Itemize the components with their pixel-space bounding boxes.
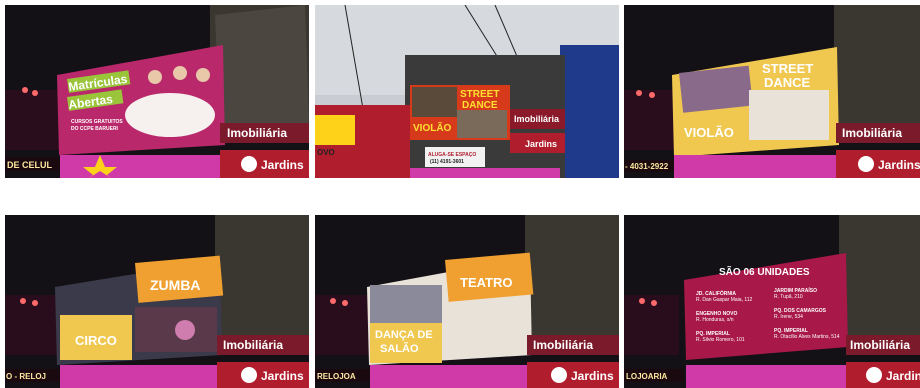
photo-units-billboard: SÃO 06 UNIDADES JD. CALIFÓRNIA R. Dan Ga… (624, 215, 920, 388)
photo-theater-billboard: TEATRO DANÇA DE SALÃO Imobiliária Jardin… (315, 215, 619, 388)
left-sign: DE CELUL (7, 160, 53, 170)
store-sign-2: Jardins (878, 158, 920, 172)
photo-scene: SÃO 06 UNIDADES JD. CALIFÓRNIA R. Dan Ga… (624, 215, 920, 388)
left-sign: OVO (317, 148, 335, 157)
store-sign-2: Jardins (261, 158, 304, 172)
screen-small-1: CURSOS GRATUITOS (71, 119, 123, 125)
photo-scene: ZUMBA CIRCO Imobiliária Jardins O - RELO… (5, 215, 309, 388)
photo-scene: OVO STREET DANCE VIOLÃO Imobiliária Jard… (315, 5, 619, 178)
unit-address: R. Honduras, s/n (696, 317, 734, 323)
store-sign-2: Jardins (525, 139, 557, 149)
store-sign-2: Jardins (571, 369, 614, 383)
unit-address: R. Tupã, 210 (774, 294, 803, 300)
screen-line-2: CIRCO (75, 333, 117, 348)
banner-phone: (11) 4191-3601 (430, 159, 464, 165)
screen-small-2: DO CCPE BARUERI (71, 126, 119, 132)
left-sign: O - RELOJ (6, 372, 46, 381)
unit-name: JD. CALIFÓRNIA (696, 289, 736, 297)
photo-street-dance-billboard: STREET DANCE VIOLÃO Imobiliária Jardins … (624, 5, 920, 178)
unit-address: R. Silvio Romero, 101 (696, 337, 745, 343)
photo-enrollment-billboard: Matrículas Abertas CURSOS GRATUITOS DO C… (5, 5, 309, 178)
store-sign: Imobiliária (223, 338, 283, 352)
photo-scene: STREET DANCE VIOLÃO Imobiliária Jardins … (624, 5, 920, 178)
photo-scene: TEATRO DANÇA DE SALÃO Imobiliária Jardin… (315, 215, 619, 388)
screen-line-3: VIOLÃO (684, 125, 734, 140)
unit-address: R. Irene, 534 (774, 314, 803, 320)
unit-name: JARDIM PARAÍSO (774, 286, 817, 294)
banner: ALUGA-SE ESPAÇO (428, 152, 476, 158)
unit-address: R. Otacílio Alves Martins, 514 (774, 334, 840, 340)
left-sign: RELOJOA (317, 372, 356, 381)
store-sign-2: Jardins (261, 369, 304, 383)
screen-line-2: DANÇA DE (375, 329, 433, 341)
screen-line-1: ZUMBA (150, 277, 201, 293)
screen-line-1: TEATRO (460, 275, 512, 290)
unit-address: R. Dan Gaspar Maia, 112 (696, 297, 753, 303)
screen-title: SÃO 06 UNIDADES (719, 265, 810, 278)
store-sign: Imobiliária (514, 114, 560, 124)
store-sign: Imobiliária (842, 126, 902, 140)
photo-daytime-billboard: OVO STREET DANCE VIOLÃO Imobiliária Jard… (315, 5, 619, 178)
left-sign: LOJOARIA (626, 372, 668, 381)
screen-line-3: VIOLÃO (413, 121, 452, 134)
screen-line-1: STREET (460, 89, 499, 100)
store-sign: Imobiliária (850, 338, 910, 352)
store-sign: Imobiliária (533, 338, 593, 352)
screen-line-3: SALÃO (380, 342, 419, 355)
photo-scene: Matrículas Abertas CURSOS GRATUITOS DO C… (5, 5, 309, 178)
screen-line-1: STREET (762, 61, 813, 76)
store-sign-2: Jardins (886, 369, 920, 383)
store-sign: Imobiliária (227, 126, 287, 140)
screen-line-2: DANCE (764, 75, 811, 90)
left-sign: - 4031-2922 (625, 162, 669, 171)
photo-zumba-billboard: ZUMBA CIRCO Imobiliária Jardins O - RELO… (5, 215, 309, 388)
screen-line-2: DANCE (462, 100, 498, 111)
